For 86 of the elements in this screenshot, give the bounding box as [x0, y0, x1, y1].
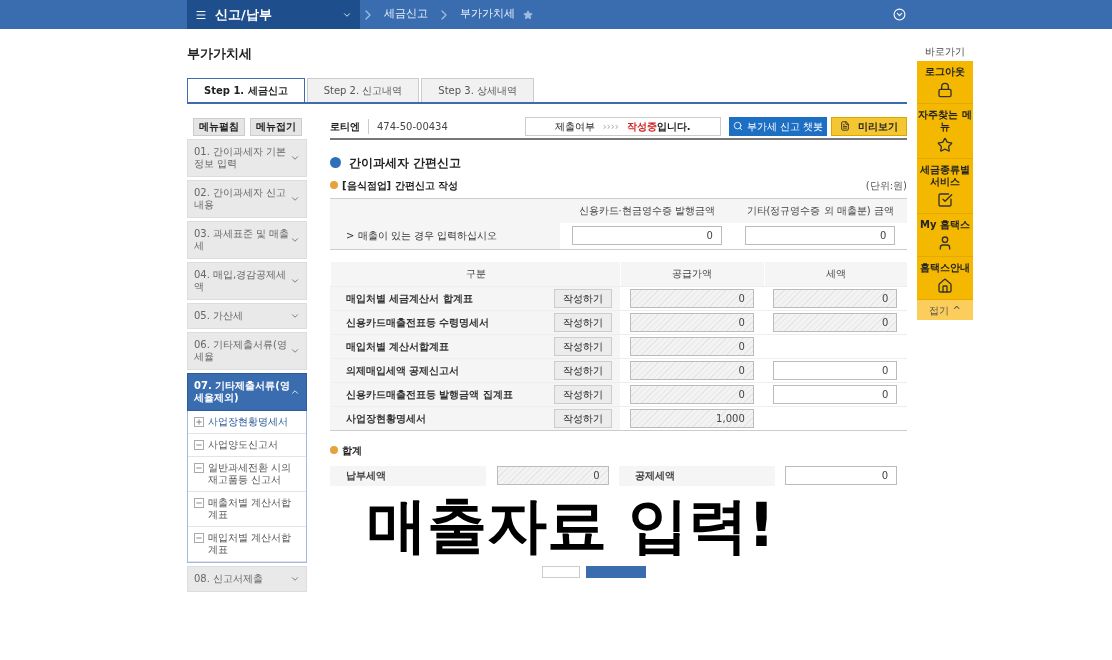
quick-link[interactable]: My 홈택스	[917, 214, 973, 257]
sidebar-item[interactable]: 04. 매입,경감공제세액	[187, 261, 307, 300]
business-number: 474-50-00434	[368, 118, 448, 134]
expand-icon[interactable]	[893, 8, 906, 21]
column-header: 기타(정규영수증 외 매출분) 금액	[745, 204, 895, 218]
sidebar-item[interactable]: 08. 신고서제출	[187, 565, 307, 592]
step-tab[interactable]: Step 2. 신고내역	[306, 77, 420, 102]
status-text: 작성중입니다.	[626, 119, 691, 134]
menu-toggle-button[interactable]: 메뉴접기	[249, 117, 302, 136]
bullet-icon	[330, 157, 341, 168]
page-title: 부가가치세	[187, 45, 253, 63]
next-button[interactable]	[585, 565, 646, 578]
quick-link-icon	[937, 137, 953, 153]
bullet-icon	[330, 181, 338, 189]
sub-menu-item[interactable]: 매출처별 계산서합계표	[188, 491, 306, 527]
total-label: 납부세액	[330, 465, 486, 486]
menu-icon	[195, 8, 207, 21]
sub-menu-item[interactable]: 사업양도신고서	[188, 433, 306, 457]
search-icon	[732, 121, 743, 131]
taxpayer-name: 로티엔	[330, 119, 360, 134]
status-arrows: ››››	[602, 119, 619, 134]
quick-link[interactable]: 자주찾는 메뉴	[917, 104, 973, 159]
amount-field[interactable]: 0	[773, 360, 898, 380]
write-button[interactable]: 작성하기	[554, 336, 612, 356]
collapse-button[interactable]: 접기 ^	[917, 300, 973, 320]
amount-field[interactable]: 0	[773, 384, 898, 404]
step-tab[interactable]: Step 1. 세금신고	[187, 77, 305, 102]
amount-field[interactable]: 0	[496, 466, 609, 485]
row-label: 매입처별 계산서합계표	[346, 339, 451, 354]
section-title: 간이과세자 간편신고	[349, 154, 462, 172]
quick-link[interactable]: 로그아웃	[917, 61, 973, 104]
amount-field[interactable]: 0	[629, 384, 754, 404]
row-label: 신용카드매출전표등 발행금액 집계표	[346, 387, 514, 402]
quick-link-icon	[937, 82, 953, 98]
menu-toggle-button[interactable]: 메뉴펼침	[192, 117, 245, 136]
subsection-title: 합계	[342, 443, 362, 458]
amount-field[interactable]: 0	[773, 312, 898, 332]
quick-link[interactable]: 세금종류별 서비스	[917, 159, 973, 214]
menu-dropdown[interactable]: 신고/납부	[187, 0, 360, 29]
bullet-icon	[330, 446, 338, 454]
column-header: 세액	[763, 261, 907, 286]
column-header: 신용카드·현금영수증 발행금액	[577, 204, 716, 218]
write-button[interactable]: 작성하기	[554, 408, 612, 428]
document-icon	[840, 121, 850, 131]
quick-bar-title: 바로가기	[925, 45, 965, 59]
sidebar-item[interactable]: 05. 가산세	[187, 302, 307, 329]
unit-label: (단위:원)	[865, 178, 907, 193]
sub-menu-item[interactable]: 매입처별 계산서합계표	[188, 526, 306, 562]
column-header: 공급가액	[620, 261, 764, 286]
subsection-title: [음식점업] 간편신고 작성	[342, 178, 460, 193]
total-label: 공제세액	[619, 465, 775, 486]
row-label: 사업장현황명세서	[346, 411, 427, 426]
preview-button[interactable]: 미리보기	[831, 116, 907, 136]
row-label: 매입처별 세금계산서 합계표	[346, 291, 474, 306]
amount-field[interactable]: 1,000	[629, 408, 754, 428]
amount-field[interactable]: 0	[773, 288, 898, 308]
write-button[interactable]: 작성하기	[554, 312, 612, 332]
amount-field[interactable]: 0	[629, 312, 754, 332]
sidebar-item[interactable]: 02. 간이과세자 신고내용	[187, 179, 307, 218]
sidebar-item[interactable]: 06. 기타제출서류(영세율	[187, 331, 307, 370]
amount-field[interactable]: 0	[785, 466, 897, 485]
breadcrumb-link[interactable]: 세금신고	[376, 6, 436, 23]
breadcrumb-link[interactable]: 부가가치세	[452, 6, 523, 23]
quick-link-icon	[937, 235, 953, 251]
row-label: > 매출이 있는 경우 입력하십시오	[345, 229, 499, 243]
write-button[interactable]: 작성하기	[554, 360, 612, 380]
step-tab[interactable]: Step 3. 상세내역	[421, 77, 534, 102]
row-label: 의제매입세액 공제신고서	[346, 363, 461, 378]
write-button[interactable]: 작성하기	[554, 384, 612, 404]
quick-link-icon	[937, 192, 953, 208]
write-button[interactable]: 작성하기	[554, 288, 612, 308]
amount-field[interactable]: 0	[629, 336, 754, 356]
amount-field[interactable]: 0	[571, 226, 722, 245]
chatbot-button[interactable]: 부가세 신고 챗봇	[728, 116, 827, 136]
amount-field[interactable]: 0	[629, 288, 754, 308]
column-header: 구분	[330, 261, 620, 286]
amount-field[interactable]: 0	[745, 226, 896, 245]
quick-link-icon	[937, 278, 953, 294]
sidebar-item[interactable]: 03. 과세표준 및 매출세	[187, 220, 307, 259]
sub-menu-item[interactable]: 사업장현황명세서	[188, 410, 306, 434]
sidebar-item[interactable]: 01. 간이과세자 기본정보 입력	[187, 138, 307, 177]
amount-field[interactable]: 0	[629, 360, 754, 380]
status-label: 제출여부	[554, 119, 595, 134]
row-label: 신용카드매출전표등 수령명세서	[346, 315, 491, 330]
sub-menu-item[interactable]: 일반과세전환 시의 재고품등 신고서	[188, 456, 306, 492]
sidebar-item[interactable]: 07. 기타제출서류(영세율제외)	[187, 372, 307, 411]
